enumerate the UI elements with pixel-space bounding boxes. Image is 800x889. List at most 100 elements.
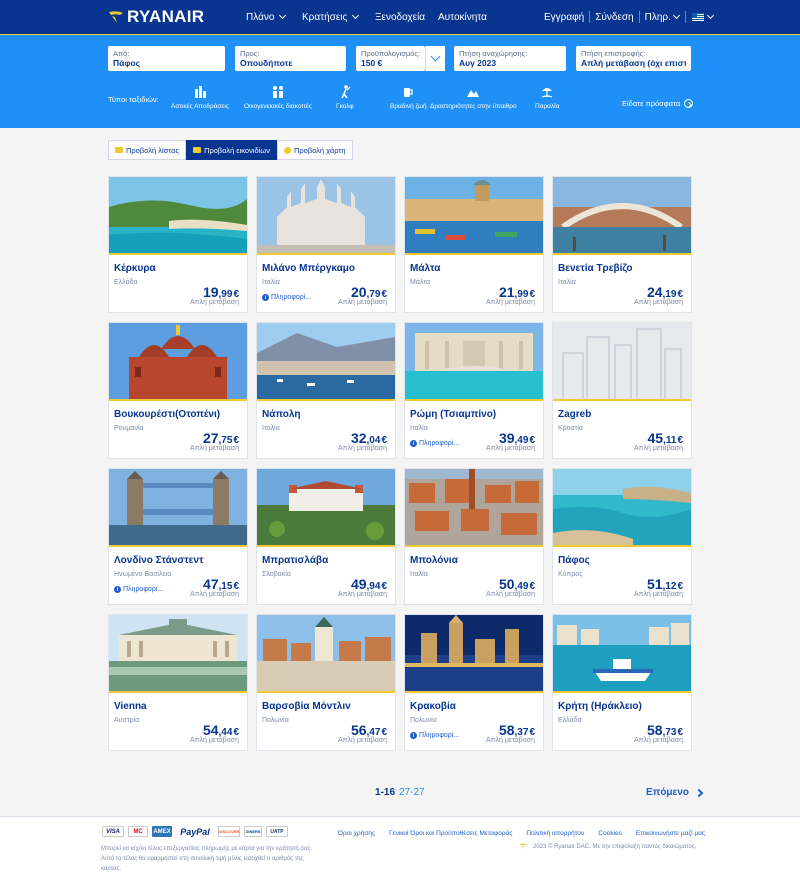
more-menu[interactable]: Πληρ. — [645, 0, 680, 34]
footer-link[interactable]: Όροι χρήσης — [338, 830, 375, 837]
nav-bookings[interactable]: Κρατήσεις — [302, 0, 360, 34]
trip-type-golf[interactable]: Γκολφ — [336, 85, 354, 110]
divider — [589, 11, 591, 23]
ryanair-logo[interactable]: RYANAIR — [108, 7, 204, 26]
destination-price: 56,47€ — [351, 722, 387, 738]
destination-photo — [109, 323, 247, 401]
departure-field[interactable]: Πτήση αναχώρησης: Αυγ 2023 — [454, 46, 566, 71]
info-link[interactable]: i Πληροφορί... — [410, 440, 459, 447]
destination-country: Ιταλία — [410, 571, 428, 578]
chevron-down-icon — [672, 11, 680, 20]
departure-label: Πτήση αναχώρησης: — [459, 49, 528, 58]
destination-field[interactable]: Προς: Οπουδήποτε — [235, 46, 346, 71]
info-link[interactable]: i Πληροφορί... — [410, 732, 459, 739]
fare-type-note: Απλή μετάβαση — [338, 591, 387, 598]
fare-type-note: Απλή μετάβαση — [486, 299, 535, 306]
destination-card[interactable]: Μπρατισλάβα Σλοβακία 49,94€ Απλή μετάβαση — [256, 468, 396, 605]
trip-type-beach[interactable]: Παραλία — [535, 85, 559, 110]
destination-card[interactable]: Λονδίνο Στάνστεντ Ηνωμένο Βασίλειο 47,15€ Α… — [108, 468, 248, 605]
price-int: 19 — [202, 284, 219, 300]
nav-cars-label: Αυτοκίνητα — [438, 11, 487, 23]
next-page-range-link[interactable]: 27-27 — [399, 787, 425, 798]
nav-cars[interactable]: Αυτοκίνητα — [438, 0, 487, 34]
payment-fee-note: Μπορεί να ισχύει τέλος επεξεργασίας πληρ… — [101, 846, 313, 872]
return-value: Απλή μετάβαση (όχι επιστρο — [581, 58, 686, 68]
destination-price: 20,79€ — [351, 284, 387, 300]
image-view-label: Προβολή εικονιδίων — [204, 145, 270, 155]
payment-card-logo: DINERS — [244, 826, 262, 837]
trip-type-city[interactable]: Αστικές Αποδράσεις — [171, 85, 229, 110]
destination-card[interactable]: Κρήτη (Ηράκλειο) Ελλάδα 58,73€ Απλή μετάβασ… — [552, 614, 692, 751]
destination-card[interactable]: Ρώμη (Τσιαμπίνο) Ιταλία 39,49€ Απλή μετάβασ… — [404, 322, 544, 459]
destination-photo — [405, 323, 543, 401]
destination-photo — [109, 469, 247, 547]
map-view-button[interactable]: Προβολή χάρτη — [276, 140, 353, 160]
payment-card-logo: DISCOVER — [218, 826, 240, 837]
destination-price: 47,15€ — [203, 576, 239, 592]
nightlife-icon — [404, 88, 413, 97]
language-selector[interactable] — [691, 0, 714, 34]
register-link[interactable]: Εγγραφή — [544, 0, 584, 34]
price-int: 39 — [498, 430, 515, 446]
fare-type-note: Απλή μετάβαση — [634, 591, 683, 598]
fare-type-note: Απλή μετάβαση — [486, 591, 535, 598]
destination-photo — [405, 469, 543, 547]
footer-link[interactable]: Γενικοί Όροι και Προϋποθέσεις Μεταφοράς — [389, 830, 512, 837]
destination-price: 51,12€ — [647, 576, 683, 592]
destination-photo — [405, 615, 543, 693]
trip-type-outdoor[interactable]: Δραστηριότητες στην ύπαιθρο — [430, 85, 517, 110]
recently-viewed-link[interactable]: Είδατε πρόσφατα — [622, 99, 694, 108]
list-view-button[interactable]: Προβολή λίστας — [108, 140, 187, 160]
destination-card[interactable]: Βουκουρέστι(Οτοπένι) Ρουμανία 27,75€ Απλή μ… — [108, 322, 248, 459]
recently-viewed-label: Είδατε πρόσφατα — [622, 99, 681, 108]
destination-card[interactable]: Κέρκυρα Ελλάδα 19,99€ Απλή μετάβαση — [108, 176, 248, 313]
price-int: 20 — [350, 284, 367, 300]
footer-link[interactable]: Cookies — [598, 830, 621, 837]
destination-photo — [257, 469, 395, 547]
destination-card[interactable]: Νάπολη Ιταλία 32,04€ Απλή μετάβαση — [256, 322, 396, 459]
destination-card[interactable]: Βενετία Τρεβίζο Ιταλία 24,19€ Απλή μετάβαση — [552, 176, 692, 313]
destination-card[interactable]: Πάφος Κύπρος 51,12€ Απλή μετάβαση — [552, 468, 692, 605]
payment-methods: VISA MC AMEX PayPal DISCOVER DINERS UATP — [102, 826, 292, 837]
destination-country: Ιταλία — [558, 279, 576, 286]
destination-card[interactable]: Βαρσοβία Μόντλιν Πολωνία 56,47€ Απλή μετάβα… — [256, 614, 396, 751]
destination-price: 32,04€ — [351, 430, 387, 446]
destination-price: 49,94€ — [351, 576, 387, 592]
image-view-button[interactable]: Προβολή εικονιδίων — [186, 140, 277, 160]
destination-card[interactable]: Μάλτα Μάλτα 21,99€ Απλή μετάβαση — [404, 176, 544, 313]
nav-plan[interactable]: Πλάνο — [246, 0, 287, 34]
footer-link[interactable]: Επικοινωνήστε μαζί μας — [636, 830, 705, 837]
copyright-text: 2023 © Ryanair DAC. Με την επιφύλαξη παν… — [533, 843, 697, 850]
fare-type-note: Απλή μετάβαση — [486, 445, 535, 452]
price-int: 58 — [646, 722, 663, 738]
trip-type-nightlife[interactable]: Βραδινή ζωή — [390, 85, 427, 110]
departure-value: Αυγ 2023 — [459, 58, 497, 68]
chevron-down-icon — [430, 51, 441, 62]
destination-card[interactable]: Zagreb Κροατία 45,11€ Απλή μετάβαση — [552, 322, 692, 459]
origin-field[interactable]: Από: Πάφος — [108, 46, 225, 71]
budget-field[interactable]: Προϋπολογισμός: 150 € — [356, 46, 425, 71]
destination-city: Ρώμη (Τσιαμπίνο) — [410, 409, 497, 420]
destination-country: Ρουμανία — [114, 425, 144, 432]
login-link[interactable]: Σύνδεση — [595, 0, 633, 34]
chevron-down-icon — [279, 11, 287, 20]
footer-link[interactable]: Πολιτική απορρήτου — [526, 830, 584, 837]
destination-card[interactable]: Μπολόνια Ιταλία 50,49€ Απλή μετάβαση — [404, 468, 544, 605]
nav-hotels[interactable]: Ξενοδοχεία — [375, 0, 425, 34]
budget-dropdown-button[interactable] — [425, 46, 445, 71]
return-field[interactable]: Πτήση επιστροφής: Απλή μετάβαση (όχι επι… — [576, 46, 691, 71]
trip-type-family[interactable]: Οικογενειακές διακοπές — [244, 85, 312, 110]
destination-card[interactable]: Vienna Αυστρία 54,44€ Απλή μετάβαση — [108, 614, 248, 751]
destination-card[interactable]: Μιλάνο Μπέργκαμο Ιταλία 20,79€ Απλή μετάβασ… — [256, 176, 396, 313]
destination-card[interactable]: Κρακοβία Πολωνία 58,37€ Απλή μετάβαση i Πληρο… — [404, 614, 544, 751]
destination-price: 50,49€ — [499, 576, 535, 592]
destination-country: Μάλτα — [410, 279, 431, 286]
info-label: Πληροφορί... — [271, 294, 312, 301]
next-page-button[interactable]: Επόμενο — [646, 787, 704, 798]
destination-price: 45,11€ — [648, 430, 684, 446]
info-link[interactable]: i Πληροφορί... — [114, 586, 163, 593]
image-icon — [193, 147, 202, 153]
info-link[interactable]: i Πληροφορί... — [262, 294, 311, 301]
destination-country: Ιταλία — [262, 425, 280, 432]
destination-country: Πολωνία — [262, 717, 289, 724]
